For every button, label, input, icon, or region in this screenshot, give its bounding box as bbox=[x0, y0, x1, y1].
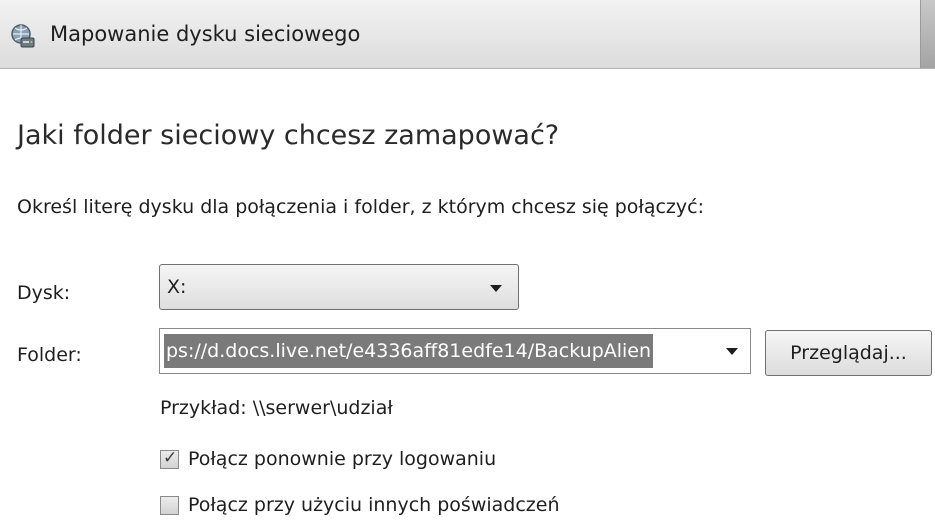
folder-combobox[interactable]: ps://d.docs.live.net/e4336aff81edfe14/Ba… bbox=[159, 328, 751, 374]
window-title: Mapowanie dysku sieciowego bbox=[50, 22, 361, 46]
folder-input-value: ps://d.docs.live.net/e4336aff81edfe14/Ba… bbox=[164, 334, 654, 368]
reconnect-label[interactable]: Połącz ponownie przy logowaniu bbox=[188, 448, 496, 470]
credentials-label[interactable]: Połącz przy użyciu innych poświadczeń bbox=[188, 494, 560, 516]
chevron-down-icon[interactable] bbox=[726, 348, 738, 355]
instruction-text: Określ literę dysku dla połączenia i fol… bbox=[17, 196, 704, 218]
folder-label: Folder: bbox=[17, 344, 82, 366]
credentials-checkbox[interactable] bbox=[160, 496, 179, 515]
network-drive-icon bbox=[8, 22, 36, 50]
example-text: Przykład: \\serwer\udział bbox=[160, 397, 393, 419]
drive-label: Dysk: bbox=[17, 282, 71, 304]
title-bar-edge bbox=[920, 0, 935, 68]
folder-input[interactable]: ps://d.docs.live.net/e4336aff81edfe14/Ba… bbox=[164, 334, 706, 368]
chevron-down-icon[interactable] bbox=[490, 285, 502, 292]
reconnect-checkbox[interactable]: ✓ bbox=[160, 448, 179, 469]
drive-select[interactable]: X: bbox=[159, 264, 519, 310]
drive-select-value: X: bbox=[167, 276, 187, 298]
checkmark-icon: ✓ bbox=[163, 448, 178, 468]
title-bar: Mapowanie dysku sieciowego bbox=[0, 0, 935, 69]
browse-button[interactable]: Przeglądaj... bbox=[765, 330, 932, 376]
page-heading: Jaki folder sieciowy chcesz zamapować? bbox=[17, 120, 560, 151]
map-network-drive-dialog: Mapowanie dysku sieciowego Jaki folder s… bbox=[0, 0, 935, 522]
